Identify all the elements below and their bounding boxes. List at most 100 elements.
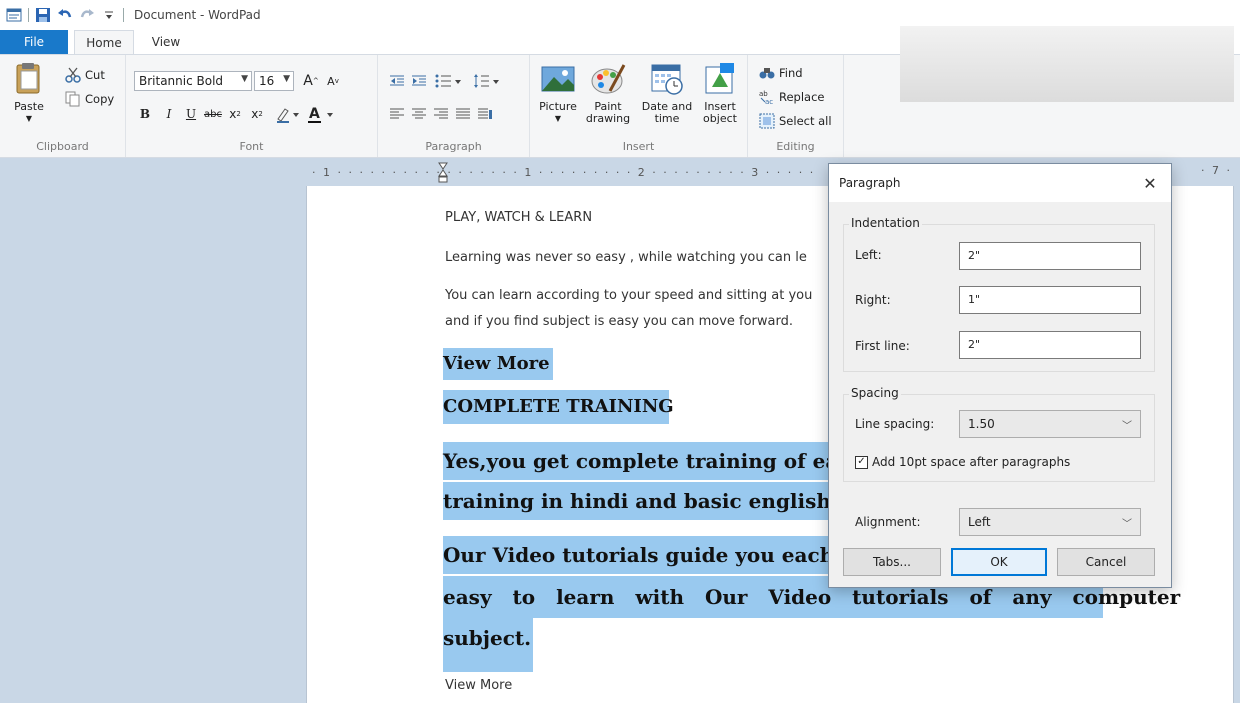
find-label: Find [779,66,803,80]
strikethrough-icon[interactable]: abc [204,105,222,123]
justify-icon[interactable] [454,105,472,123]
bold-icon[interactable]: B [136,105,154,123]
add-space-label: Add 10pt space after paragraphs [872,455,1071,469]
increase-indent-icon[interactable] [410,72,428,90]
paste-dropdown-icon[interactable]: ▼ [26,113,32,125]
date-time-button[interactable]: Date and time [640,61,694,139]
indentation-legend: Indentation [849,216,922,230]
left-indent-input[interactable]: 2" [959,242,1141,270]
selected-line-7: subject. [443,618,533,672]
copy-button[interactable]: Copy [64,89,114,109]
spacing-legend: Spacing [849,386,901,400]
paint-drawing-label-2: drawing [585,112,631,125]
tab-file[interactable]: File [0,30,68,54]
calendar-clock-icon [651,64,683,95]
font-size-dropdown-icon[interactable]: ▼ [283,74,290,84]
font-family-dropdown-icon[interactable]: ▼ [241,74,248,84]
ok-button[interactable]: OK [951,548,1047,576]
indent-marker-icon[interactable] [438,162,448,184]
align-left-icon[interactable] [388,105,406,123]
right-indent-input[interactable]: 1" [959,286,1141,314]
cut-label: Cut [85,68,105,82]
align-center-icon[interactable] [410,105,428,123]
qat-separator [28,8,29,22]
picture-label: Picture [539,100,577,113]
paragraph-dialog: Paragraph ✕ Indentation Left: 2" Right: … [828,163,1172,588]
first-line-input[interactable]: 2" [959,331,1141,359]
font-family-combo[interactable]: Britannic Bold ▼ [134,71,252,91]
close-icon[interactable]: ✕ [1135,168,1165,198]
selected-heading-view-more: View More [443,348,553,380]
chevron-down-icon: ﹀ [1122,421,1132,432]
font-size-combo[interactable]: 16 ▼ [254,71,294,91]
binoculars-icon [758,64,776,82]
undo-icon[interactable] [57,7,73,23]
insert-object-label-2: object [703,112,737,125]
doc-line-last: View More [445,678,513,693]
replace-button[interactable]: ab ac Replace [758,87,825,107]
replace-label: Replace [779,90,825,104]
cancel-button[interactable]: Cancel [1057,548,1155,576]
picture-dropdown-icon[interactable]: ▼ [555,113,561,125]
clipboard-group: Paste ▼ Cut Copy Clipboard [0,55,126,157]
alignment-label: Alignment: [855,515,921,529]
select-all-label: Select all [779,114,832,128]
font-group-label: Font [239,140,264,153]
grow-font-icon[interactable]: A ^ [302,72,320,90]
font-family-value: Britannic Bold [139,74,224,88]
paste-label: Paste [14,100,44,113]
replace-icon: ab ac [758,88,776,106]
align-right-icon[interactable] [432,105,450,123]
line-spacing-icon[interactable] [472,72,502,90]
title-separator [123,8,124,22]
redo-icon[interactable] [79,7,95,23]
paint-drawing-button[interactable]: Paint drawing [584,61,632,139]
tab-home[interactable]: Home [74,30,134,54]
select-all-icon [758,112,776,130]
picture-button[interactable]: Picture ▼ [534,61,582,139]
underline-icon[interactable]: U [182,105,200,123]
subscript-icon[interactable]: x2 [226,105,244,123]
find-button[interactable]: Find [758,63,803,83]
wordpad-app-icon[interactable] [6,7,22,23]
tab-view[interactable]: View [140,30,192,54]
add-space-checkbox[interactable]: ✓ Add 10pt space after paragraphs [855,455,1070,469]
paint-palette-icon [591,64,626,94]
font-color-icon[interactable]: A [306,105,336,123]
highlight-color-icon[interactable] [274,105,302,123]
right-indent-label: Right: [855,293,891,307]
checkbox-checked-icon[interactable]: ✓ [855,455,868,469]
selected-heading-complete-training: COMPLETE TRAINING [443,390,674,424]
line-spacing-label: Line spacing: [855,417,935,431]
dialog-body: Indentation Left: 2" Right: 1" First lin… [829,202,1171,587]
paragraph-group: Paragraph [378,55,530,157]
customize-qat-icon[interactable] [101,7,117,23]
shrink-font-icon[interactable]: Av [324,72,342,90]
font-size-value: 16 [259,74,275,88]
paste-icon [16,63,40,94]
superscript-icon[interactable]: x2 [248,105,266,123]
select-all-button[interactable]: Select all [758,111,832,131]
editing-group-label: Editing [776,140,815,153]
copy-label: Copy [85,92,115,106]
window-title: Document - WordPad [134,8,261,22]
line-spacing-select[interactable]: 1.50 ﹀ [959,410,1141,438]
font-group: Britannic Bold ▼ 16 ▼ A ^ Av B I U abc x2… [126,55,378,157]
cut-button[interactable]: Cut [64,65,105,85]
dialog-title: Paragraph [839,176,901,190]
insert-group: Picture ▼ Paint drawing Date and time In… [530,55,748,157]
insert-object-icon [705,63,734,94]
chevron-down-icon: ﹀ [1122,519,1132,530]
tabs-button[interactable]: Tabs... [843,548,941,576]
insert-group-label: Insert [622,140,655,153]
bullets-icon[interactable] [434,72,464,90]
paste-button[interactable]: Paste ▼ [8,61,50,139]
date-time-label-2: time [654,112,680,125]
insert-object-button[interactable]: Insert object [696,61,744,139]
alignment-select[interactable]: Left ﹀ [959,508,1141,536]
save-icon[interactable] [35,7,51,23]
first-line-label: First line: [855,339,910,353]
paragraph-settings-icon[interactable] [476,105,494,123]
italic-icon[interactable]: I [160,105,178,123]
decrease-indent-icon[interactable] [388,72,406,90]
